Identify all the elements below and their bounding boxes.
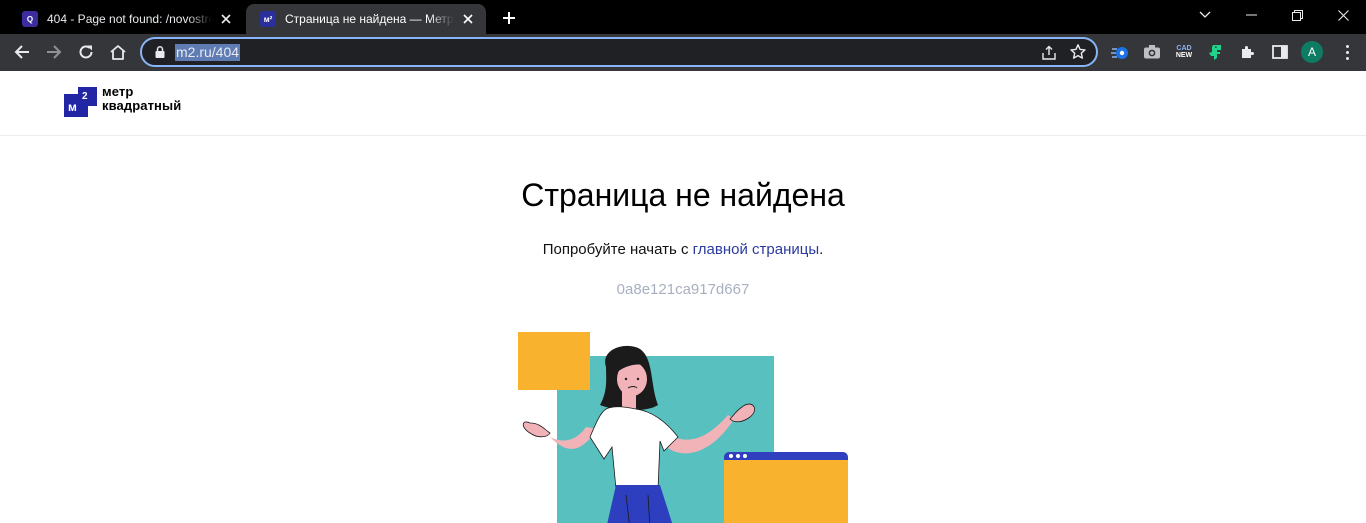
- extension-badge-bottom: NEW: [1175, 52, 1193, 59]
- site-favicon-icon: м²: [260, 11, 276, 27]
- extension-badge-top: CAD: [1176, 45, 1192, 52]
- home-icon: [110, 44, 126, 60]
- share-icon[interactable]: [1040, 44, 1058, 62]
- reload-icon: [79, 45, 93, 59]
- subtitle-suffix: .: [819, 241, 824, 258]
- back-button[interactable]: [8, 38, 36, 66]
- tab-search-button[interactable]: [1182, 0, 1228, 30]
- browser-window-graphic: [724, 452, 848, 523]
- lock-icon[interactable]: [153, 45, 167, 59]
- tab-title: Страница не найдена — Метр квадратный: [285, 12, 454, 26]
- home-page-link[interactable]: главной страницы: [693, 241, 819, 258]
- svg-text:2: 2: [82, 91, 88, 102]
- profile-avatar[interactable]: A: [1301, 41, 1323, 63]
- minimize-icon: [1245, 14, 1257, 16]
- confused-woman-illustration: [518, 332, 848, 523]
- tab-strip: Q 404 - Page not found: /novostroyki м² …: [0, 0, 1366, 34]
- arrow-left-icon: [14, 45, 29, 59]
- site-logo[interactable]: м 2 метр квадратный: [64, 85, 181, 117]
- bookmark-star-icon[interactable]: [1069, 43, 1087, 61]
- page-subtitle: Попробуйте начать с главной страницы.: [0, 241, 1366, 258]
- page-viewport: м 2 метр квадратный Страница не найдена …: [0, 71, 1366, 523]
- error-code: 0a8e121ca917d667: [616, 281, 750, 298]
- extension-new-badge-icon[interactable]: CAD NEW: [1173, 41, 1195, 63]
- browser-toolbar: m2.ru/404 CAD NEW A: [0, 34, 1366, 71]
- extension-dino-icon[interactable]: [1205, 41, 1227, 63]
- close-window-button[interactable]: [1320, 0, 1366, 30]
- home-button[interactable]: [104, 38, 132, 66]
- extension-speed-icon[interactable]: [1109, 41, 1131, 63]
- site-favicon-icon: Q: [22, 11, 38, 27]
- reload-button[interactable]: [72, 38, 100, 66]
- m2-logo-icon: м 2: [64, 87, 97, 117]
- restore-button[interactable]: [1274, 0, 1320, 30]
- svg-text:м: м: [68, 100, 77, 114]
- close-icon: [1337, 9, 1349, 21]
- chevron-down-icon: [1199, 11, 1211, 18]
- address-bar[interactable]: m2.ru/404: [140, 37, 1098, 67]
- site-header: м 2 метр квадратный: [0, 71, 1366, 136]
- arrow-right-icon: [47, 45, 62, 59]
- extensions-puzzle-icon[interactable]: [1237, 41, 1259, 63]
- logo-line-1: метр: [102, 84, 134, 99]
- logo-line-2: квадратный: [102, 98, 182, 113]
- close-tab-icon[interactable]: [460, 11, 476, 27]
- subtitle-prefix: Попробуйте начать с: [542, 241, 693, 258]
- tab-page-not-found[interactable]: м² Страница не найдена — Метр квадратный: [246, 4, 486, 34]
- plus-icon: [503, 12, 515, 24]
- minimize-button[interactable]: [1228, 0, 1274, 30]
- side-panel-icon[interactable]: [1269, 41, 1291, 63]
- url-text[interactable]: m2.ru/404: [175, 44, 241, 61]
- forward-button[interactable]: [40, 38, 68, 66]
- logo-text: метр квадратный: [102, 85, 181, 113]
- close-tab-icon[interactable]: [218, 11, 234, 27]
- extension-camera-icon[interactable]: [1141, 41, 1163, 63]
- yellow-square: [518, 332, 590, 390]
- browser-menu-icon[interactable]: [1337, 42, 1357, 62]
- restore-icon: [1291, 9, 1303, 21]
- new-tab-button[interactable]: [497, 6, 521, 30]
- tab-title: 404 - Page not found: /novostroyki: [47, 12, 212, 26]
- tab-404-novostroyki[interactable]: Q 404 - Page not found: /novostroyki: [8, 4, 244, 34]
- page-title: Страница не найдена: [521, 177, 845, 213]
